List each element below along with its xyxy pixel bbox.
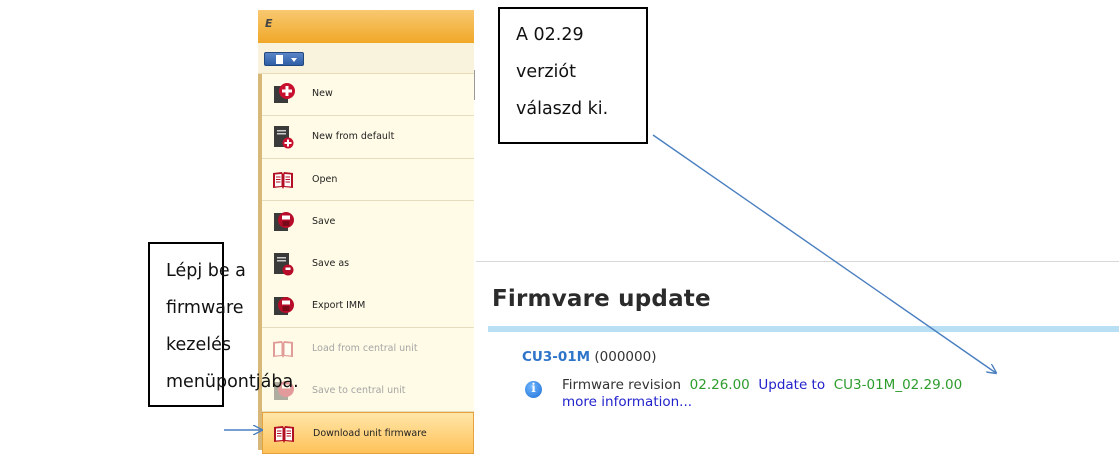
arrow-to-update-version	[652, 134, 996, 373]
annotation-arrows	[224, 134, 1119, 450]
